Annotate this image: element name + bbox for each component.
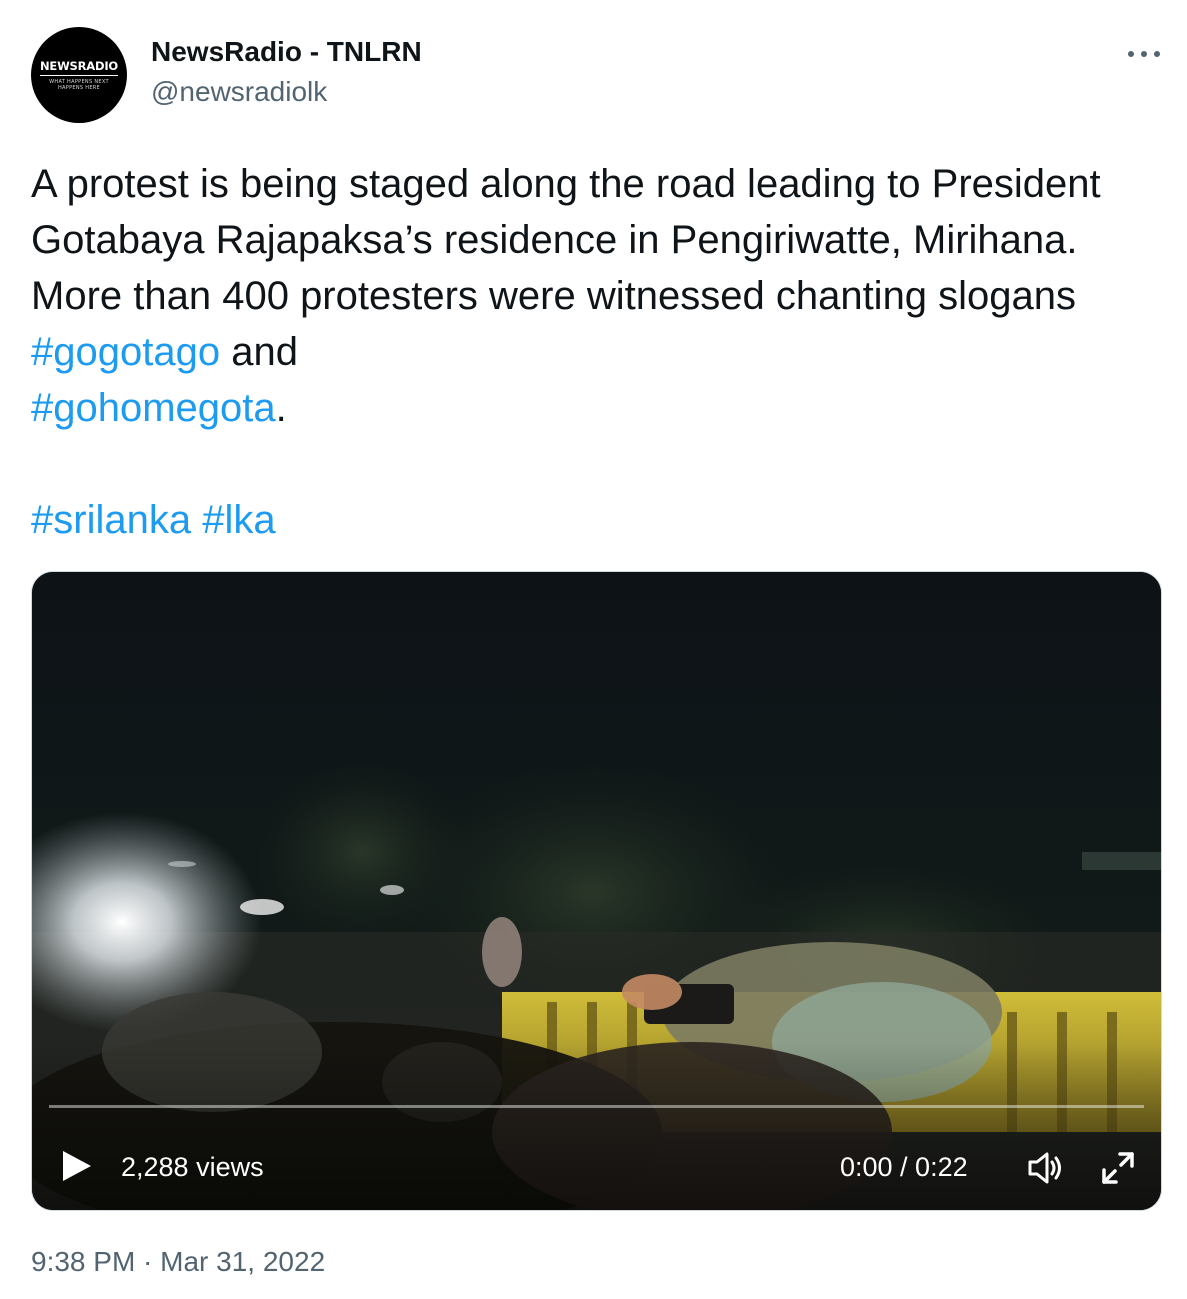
hashtag-link[interactable]: #srilanka xyxy=(31,498,191,542)
hashtag-link[interactable]: #gogotago xyxy=(31,330,220,374)
fullscreen-button[interactable] xyxy=(1098,1148,1138,1188)
video-controls: 2,288 views 0:00 / 0:22 xyxy=(32,1132,1161,1198)
avatar-logo: NEWSRADIO xyxy=(39,59,118,76)
more-horizontal-icon xyxy=(1128,51,1160,57)
hashtag-link[interactable]: #lka xyxy=(202,498,275,542)
time-readout: 0:00 / 0:22 xyxy=(840,1152,968,1182)
author-handle[interactable]: @newsradiolk xyxy=(151,74,327,110)
tweet-text: A protest is being staged along the road… xyxy=(31,156,1161,436)
progress-bar[interactable] xyxy=(49,1105,1144,1108)
view-count: 2,288 views xyxy=(121,1152,264,1182)
tweet-text-part: and xyxy=(220,330,298,374)
tweet-hashtags-line: #srilanka #lka xyxy=(31,492,276,548)
play-button[interactable] xyxy=(56,1146,96,1186)
avatar-tagline: WHAT HAPPENS NEXT HAPPENS HERE xyxy=(49,79,109,91)
tweet-text-part: . xyxy=(275,386,287,430)
hashtag-link[interactable]: #gohomegota xyxy=(31,386,276,430)
tweet-text-part: A protest is being staged along the road… xyxy=(31,162,1101,318)
avatar[interactable]: NEWSRADIO WHAT HAPPENS NEXT HAPPENS HERE xyxy=(31,27,127,123)
video-player[interactable]: 2,288 views 0:00 / 0:22 xyxy=(31,571,1162,1211)
more-options-button[interactable] xyxy=(1122,36,1166,72)
tweet-timestamp[interactable]: 9:38 PM · Mar 31, 2022 xyxy=(31,1244,325,1280)
play-icon xyxy=(63,1151,91,1181)
volume-icon xyxy=(1028,1152,1061,1184)
author-display-name[interactable]: NewsRadio - TNLRN xyxy=(151,34,422,70)
fullscreen-icon xyxy=(1102,1152,1134,1184)
volume-button[interactable] xyxy=(1025,1148,1065,1188)
video-frame xyxy=(32,572,1161,1210)
